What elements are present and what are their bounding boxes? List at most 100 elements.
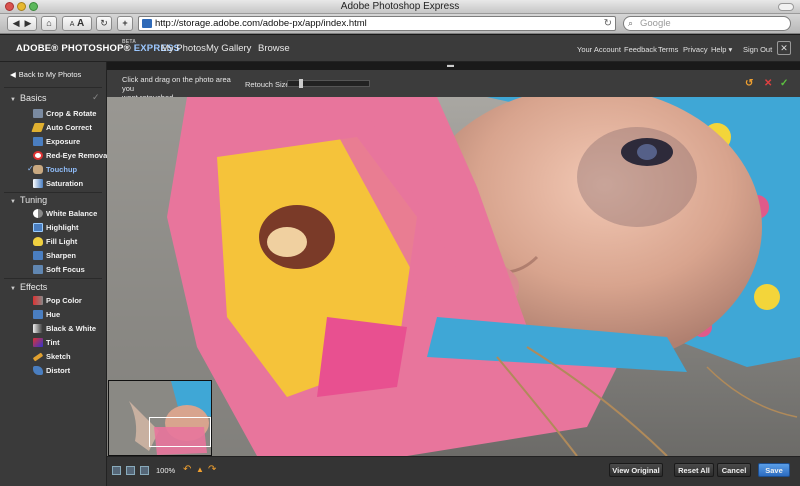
site-favicon-icon <box>142 19 152 28</box>
bottom-bar: 100% ↶ ▲ ↷ View Original Reset All Cance… <box>107 456 800 486</box>
expand-triangle-icon: ▼ <box>10 97 16 103</box>
distort-icon <box>33 366 43 375</box>
back-to-my-photos-link[interactable]: ◀ Back to My Photos <box>10 70 81 79</box>
section-effects[interactable]: ▼ Effects <box>10 282 47 292</box>
touchup-hand-icon <box>33 165 43 174</box>
basics-done-check-icon: ✓ <box>92 92 100 102</box>
url-text[interactable]: http://storage.adobe.com/adobe-px/app/in… <box>155 18 367 29</box>
nav-my-photos[interactable]: My Photos <box>161 43 206 54</box>
wand-icon <box>31 123 45 132</box>
close-window-button[interactable] <box>5 2 14 11</box>
back-forward-buttons[interactable]: ◀ ▶ <box>7 16 37 31</box>
refresh-icon[interactable]: ↻ <box>604 17 612 30</box>
reload-icon: ↻ <box>100 18 108 28</box>
link-sign-out[interactable]: Sign Out <box>743 45 772 54</box>
home-button[interactable]: ⌂ <box>41 16 57 31</box>
link-terms[interactable]: Terms <box>658 45 678 54</box>
text-smaller-icon[interactable]: A <box>70 21 75 28</box>
section-basics-title: Basics <box>19 93 47 103</box>
undo-icon[interactable]: ↶ <box>183 464 191 475</box>
window-titlebar: Adobe Photoshop Express <box>0 0 800 14</box>
zoom-actual-icon[interactable] <box>126 466 135 475</box>
tool-label: Exposure <box>46 137 81 146</box>
black-white-icon <box>33 324 43 333</box>
logo-adobe-text: ADOBE® PHOTOSHOP® <box>16 43 131 54</box>
tool-label: Black & White <box>46 324 97 333</box>
view-original-button[interactable]: View Original <box>609 463 663 477</box>
link-your-account[interactable]: Your Account <box>577 45 621 54</box>
address-bar[interactable]: http://storage.adobe.com/adobe-px/app/in… <box>138 16 616 31</box>
history-icon[interactable]: ▲ <box>196 465 204 474</box>
search-input[interactable]: ⌕ Google <box>623 16 791 31</box>
save-button[interactable]: Save <box>758 463 790 477</box>
window-title: Adobe Photoshop Express <box>340 1 460 12</box>
cancel-tool-icon[interactable]: ✕ <box>764 78 772 89</box>
hue-icon <box>33 310 43 319</box>
toolbar-toggle-button[interactable] <box>778 3 794 11</box>
home-icon: ⌂ <box>46 18 52 28</box>
tool-label: Sketch <box>46 352 71 361</box>
tool-label: Auto Correct <box>46 123 92 132</box>
fit-screen-icon[interactable] <box>112 466 121 475</box>
reset-all-button[interactable]: Reset All <box>674 463 714 477</box>
beta-badge: BETA <box>122 39 137 45</box>
tool-label: Highlight <box>46 223 79 232</box>
add-bookmark-button[interactable]: + <box>117 16 133 31</box>
tool-label: Distort <box>46 366 71 375</box>
redo-icon[interactable]: ↷ <box>208 464 216 475</box>
crop-icon <box>33 109 43 118</box>
red-eye-icon <box>33 151 43 160</box>
hint-line-1: Click and drag on the photo area you <box>122 75 231 93</box>
tool-label: Sharpen <box>46 251 77 260</box>
divider <box>4 192 102 193</box>
zoom-in-icon[interactable] <box>140 466 149 475</box>
navigator-thumbnail[interactable] <box>108 380 212 456</box>
apply-tool-check-icon[interactable]: ✓ <box>780 78 788 89</box>
collapse-options-icon[interactable]: ▬ <box>447 62 454 69</box>
reset-tool-icon[interactable]: ↺ <box>745 78 753 89</box>
app-logo: ADOBE® PHOTOSHOP® EXPRESS BETA <box>16 39 180 54</box>
cancel-button[interactable]: Cancel <box>717 463 751 477</box>
forward-arrow-icon[interactable]: ▶ <box>25 18 32 28</box>
app-header: ADOBE® PHOTOSHOP® EXPRESS BETA My Photos… <box>0 35 800 62</box>
section-tuning-title: Tuning <box>19 195 48 205</box>
tool-label: Red-Eye Removal <box>46 151 110 160</box>
tools-sidebar: ◀ Back to My Photos ▼ Basics ✓ Crop & Rota… <box>0 62 110 486</box>
soft-focus-icon <box>33 265 43 274</box>
back-arrow-icon: ◀ <box>10 70 16 79</box>
zoom-window-button[interactable] <box>29 2 38 11</box>
nav-my-gallery[interactable]: My Gallery <box>206 43 251 54</box>
text-size-buttons[interactable]: A A <box>62 16 92 31</box>
link-privacy[interactable]: Privacy <box>683 45 708 54</box>
tool-label: Saturation <box>46 179 84 188</box>
nav-browse[interactable]: Browse <box>258 43 290 54</box>
back-link-label[interactable]: Back to My Photos <box>19 70 82 79</box>
tint-icon <box>33 338 43 347</box>
tool-label: Pop Color <box>46 296 82 305</box>
minimize-window-button[interactable] <box>17 2 26 11</box>
tool-label: Crop & Rotate <box>46 109 97 118</box>
navigator-viewport-frame[interactable] <box>149 417 211 447</box>
tool-label: Fill Light <box>46 237 78 246</box>
reload-button[interactable]: ↻ <box>96 16 112 31</box>
section-basics[interactable]: ▼ Basics <box>10 93 46 103</box>
divider <box>4 87 102 88</box>
pop-color-icon <box>33 296 43 305</box>
search-placeholder: Google <box>640 18 671 29</box>
pencil-icon <box>32 352 44 362</box>
white-balance-icon <box>33 209 43 218</box>
help-menu[interactable]: Help ▾ <box>711 45 732 54</box>
tool-options-bar: Click and drag on the photo area you wan… <box>107 70 800 102</box>
expand-triangle-icon: ▼ <box>10 199 16 205</box>
light-bulb-icon <box>33 237 43 246</box>
tool-label: Tint <box>46 338 60 347</box>
section-tuning[interactable]: ▼ Tuning <box>10 195 47 205</box>
tool-label: Hue <box>46 310 61 319</box>
browser-toolbar: ◀ ▶ ⌂ A A ↻ + http://storage.adobe.com/a… <box>0 14 800 34</box>
text-bigger-icon[interactable]: A <box>77 18 84 29</box>
back-arrow-icon[interactable]: ◀ <box>13 18 20 28</box>
link-feedback[interactable]: Feedback <box>624 45 657 54</box>
close-app-icon[interactable]: ✕ <box>777 41 791 55</box>
retouch-size-slider-thumb[interactable] <box>298 79 303 88</box>
tool-label: Touchup <box>46 165 78 174</box>
